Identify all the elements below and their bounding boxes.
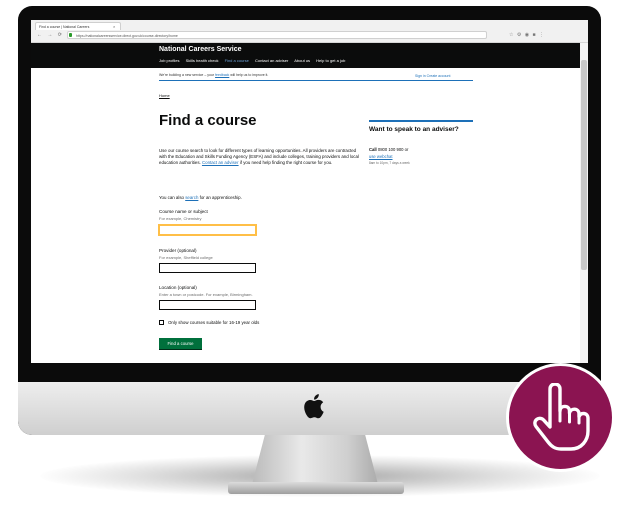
intro-paragraph: Use our course search to look for differ… xyxy=(159,148,364,166)
location-hint: Enter a town or postcode. For example, B… xyxy=(159,292,253,297)
site-header xyxy=(31,43,588,68)
intro-text-after: if you need help finding the right cours… xyxy=(238,160,333,165)
banner-divider xyxy=(159,80,473,81)
checkbox-label[interactable]: Only show courses suitable for 16-19 yea… xyxy=(168,320,259,325)
apprentice-text: You can also xyxy=(159,195,186,200)
course-input[interactable] xyxy=(159,225,256,235)
address-bar[interactable]: https://nationalcareersservice.direct.go… xyxy=(67,31,487,39)
scrollbar-thumb[interactable] xyxy=(581,60,587,270)
provider-label: Provider (optional) xyxy=(159,248,197,253)
opening-hours: 8am to 10pm, 7 days a week xyxy=(369,161,410,165)
beta-text-after: will help us to improve it. xyxy=(229,73,269,77)
beta-text: We're building a new service – your xyxy=(159,73,216,77)
account-links[interactable]: Sign in Create account xyxy=(415,74,450,78)
beta-banner: We're building a new service – your feed… xyxy=(159,73,588,77)
feedback-link[interactable]: feedback xyxy=(215,73,229,77)
phone-number: 0800 100 900 xyxy=(377,147,404,152)
nav-find-a-course[interactable]: Find a course xyxy=(225,58,249,63)
monitor-stand-base xyxy=(228,482,404,494)
webchat-link[interactable]: use webchat xyxy=(369,154,393,159)
contact-adviser-link[interactable]: Contact an adviser xyxy=(202,160,239,165)
tab-close-icon[interactable]: × xyxy=(113,23,115,30)
sidebar-accent xyxy=(369,120,473,122)
sidebar-title: Want to speak to an adviser? xyxy=(369,126,459,133)
nav-contact-an-adviser[interactable]: Contact an adviser xyxy=(255,58,288,63)
course-hint: For example, Chemistry xyxy=(159,216,202,221)
nav-help-to-get-a-job[interactable]: Help to get a job xyxy=(316,58,345,63)
site-name[interactable]: National Careers Service xyxy=(159,46,242,53)
provider-input[interactable] xyxy=(159,263,256,273)
find-a-course-button[interactable]: Find a course xyxy=(159,338,202,349)
pointing-hand-icon xyxy=(533,383,590,451)
apprenticeship-search-link[interactable]: search xyxy=(185,195,198,200)
call-label: Call xyxy=(369,147,377,152)
provider-hint: For example, Sheffield college xyxy=(159,255,213,260)
browser-extension-icons[interactable]: ☆ ⚙ ◉ ■ ⋮ xyxy=(509,32,545,38)
apprenticeship-text: You can also search for an apprenticeshi… xyxy=(159,195,242,200)
screen: Find a course | National Careers × ← → ⟳… xyxy=(31,20,588,363)
course-label: Course name or subject xyxy=(159,209,208,214)
apprentice-text-after: for an apprenticeship. xyxy=(198,195,242,200)
apple-logo-icon xyxy=(304,394,324,419)
browser-tab[interactable]: Find a course | National Careers × xyxy=(35,22,121,30)
nav-about-us[interactable]: About us xyxy=(294,58,310,63)
main-nav: Job profiles Skills health check Find a … xyxy=(159,58,350,63)
location-input[interactable] xyxy=(159,300,256,310)
lock-icon xyxy=(69,33,72,37)
or-text: or xyxy=(404,147,409,152)
age-16-19-checkbox[interactable] xyxy=(159,320,164,325)
breadcrumb-home[interactable]: Home xyxy=(159,93,170,98)
sidebar-phone: Call 0800 100 900 or xyxy=(369,147,408,152)
location-label: Location (optional) xyxy=(159,285,197,290)
nav-job-profiles[interactable]: Job profiles xyxy=(159,58,179,63)
tab-title: Find a course | National Careers xyxy=(39,25,90,29)
page-title: Find a course xyxy=(159,112,257,129)
nav-skills-health-check[interactable]: Skills health check xyxy=(186,58,219,63)
